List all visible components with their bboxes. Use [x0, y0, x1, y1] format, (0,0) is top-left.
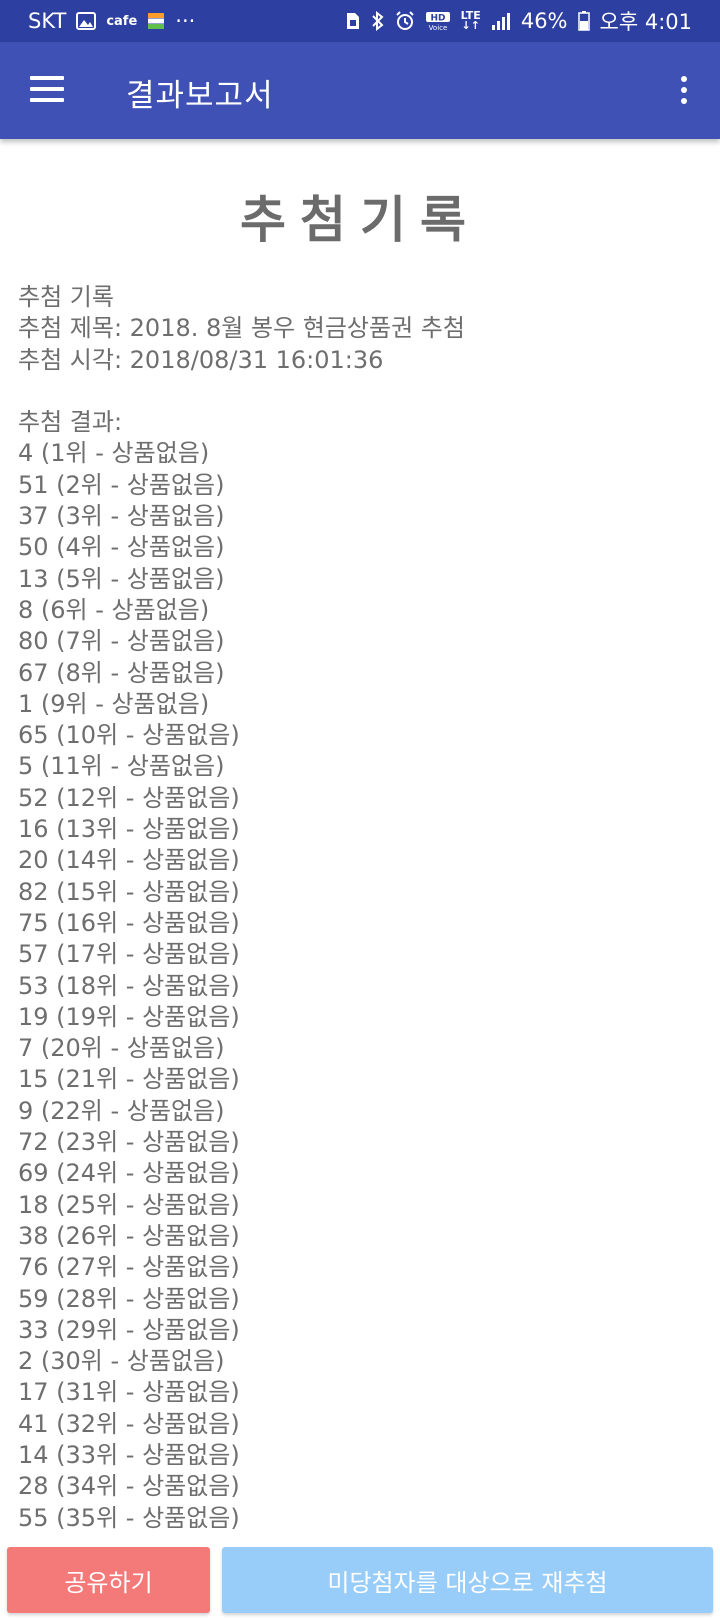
report-line: 75 (16위 - 상품없음)	[18, 908, 240, 937]
report-line: 82 (15위 - 상품없음)	[18, 877, 240, 906]
report-line: 18 (25위 - 상품없음)	[18, 1190, 240, 1219]
report-line: 20 (14위 - 상품없음)	[18, 846, 240, 875]
report-line: 76 (27위 - 상품없음)	[18, 1253, 240, 1282]
bluetooth-icon	[371, 11, 385, 31]
report-line: 28 (34위 - 상품없음)	[18, 1472, 240, 1501]
report-line: 37 (3위 - 상품없음)	[18, 502, 225, 531]
report-line: 8 (6위 - 상품없음)	[18, 595, 210, 624]
report-line: 55 (35위 - 상품없음)	[18, 1503, 240, 1532]
sim-icon	[345, 12, 361, 30]
lte-label: LTE	[460, 9, 481, 22]
report-line: 추첨 시각: 2018/08/31 16:01:36	[18, 345, 384, 374]
report-line: 14 (33위 - 상품없음)	[18, 1440, 240, 1469]
report-content[interactable]: 추첨기록 추첨 기록 추첨 제목: 2018. 8월 봉우 현금상품권 추첨 추첨 …	[0, 139, 720, 1539]
share-button[interactable]: 공유하기	[7, 1547, 210, 1613]
status-left: SKT cafe ···	[28, 9, 195, 33]
gallery-icon	[76, 12, 97, 30]
report-line: 57 (17위 - 상품없음)	[18, 940, 240, 969]
report-line: 33 (29위 - 상품없음)	[18, 1315, 240, 1344]
svg-text:HD: HD	[430, 14, 445, 24]
alarm-icon	[395, 11, 415, 31]
report-line: 13 (5위 - 상품없음)	[18, 564, 225, 593]
report-line	[18, 376, 698, 407]
app-bar: 결과보고서	[0, 42, 720, 139]
menu-icon[interactable]	[30, 74, 66, 104]
report-heading: 추첨기록	[240, 191, 480, 249]
cafe-icon: cafe	[106, 13, 138, 29]
lte-icon: LTE ↓↑	[460, 9, 481, 32]
report-line: 1 (9위 - 상품없음)	[18, 689, 210, 718]
overflow-menu-icon[interactable]	[672, 72, 696, 108]
battery-icon	[577, 11, 590, 31]
report-line: 4 (1위 - 상품없음)	[18, 439, 210, 468]
report-line: 2 (30위 - 상품없음)	[18, 1347, 225, 1376]
report-line: 19 (19위 - 상품없음)	[18, 1002, 240, 1031]
report-line: 65 (10위 - 상품없음)	[18, 721, 240, 750]
report-line: 15 (21위 - 상품없음)	[18, 1065, 240, 1094]
report-line: 추첨 결과:	[18, 408, 123, 437]
report-line: 53 (18위 - 상품없음)	[18, 971, 240, 1000]
redraw-non-winners-button[interactable]: 미당첨자를 대상으로 재추첨	[222, 1547, 713, 1613]
report-line: 추첨 제목: 2018. 8월 봉우 현금상품권 추첨	[18, 314, 465, 343]
signal-icon	[491, 11, 511, 31]
report-line: 72 (23위 - 상품없음)	[18, 1128, 240, 1157]
report-line: 38 (26위 - 상품없음)	[18, 1221, 240, 1250]
status-bar: SKT cafe ··· HD Voice LTE ↓↑ 46% 오후 4:01	[0, 0, 720, 42]
report-line: 50 (4위 - 상품없음)	[18, 533, 225, 562]
report-line: 52 (12위 - 상품없음)	[18, 783, 240, 812]
report-line: 9 (22위 - 상품없음)	[18, 1096, 225, 1125]
report-line: 59 (28위 - 상품없음)	[18, 1284, 240, 1313]
bottom-action-bar: 공유하기 미당첨자를 대상으로 재추첨	[0, 1540, 720, 1619]
hd-voice-icon: HD Voice	[425, 11, 451, 31]
report-line: 80 (7위 - 상품없음)	[18, 627, 225, 656]
report-line: 69 (24위 - 상품없음)	[18, 1159, 240, 1188]
svg-text:Voice: Voice	[428, 24, 447, 31]
report-line: 5 (11위 - 상품없음)	[18, 752, 225, 781]
report-line: 16 (13위 - 상품없음)	[18, 815, 240, 844]
report-line: 51 (2위 - 상품없음)	[18, 470, 225, 499]
report-text: 추첨 기록추첨 제목: 2018. 8월 봉우 현금상품권 추첨 추첨 시각: 2…	[18, 282, 698, 1534]
app-title: 결과보고서	[126, 78, 274, 114]
app-notification-icon	[147, 12, 165, 30]
status-right: HD Voice LTE ↓↑ 46% 오후 4:01	[345, 6, 692, 36]
report-line: 17 (31위 - 상품없음)	[18, 1378, 240, 1407]
report-line: 41 (32위 - 상품없음)	[18, 1409, 240, 1438]
report-line: 7 (20위 - 상품없음)	[18, 1034, 225, 1063]
carrier-label: SKT	[28, 9, 67, 33]
report-line: 추첨 기록	[18, 283, 114, 311]
battery-percent: 46%	[520, 9, 568, 33]
report-line: 67 (8위 - 상품없음)	[18, 658, 225, 687]
more-notifications-icon: ···	[175, 9, 196, 33]
clock: 오후 4:01	[599, 10, 692, 34]
